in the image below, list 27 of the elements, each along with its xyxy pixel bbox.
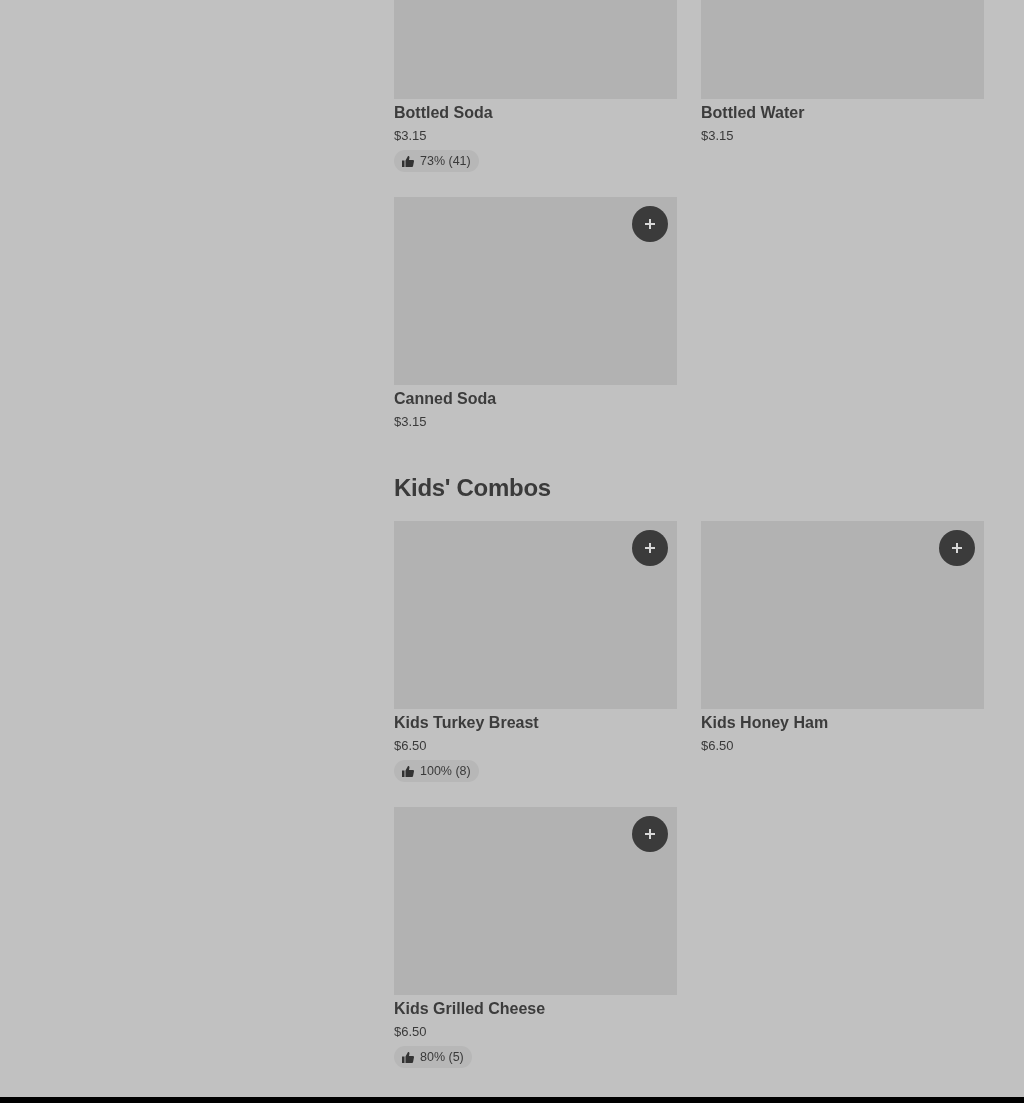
add-button[interactable] <box>632 530 668 566</box>
item-name: Kids Honey Ham <box>701 713 829 733</box>
add-button[interactable] <box>632 206 668 242</box>
item-price: $3.15 <box>701 127 734 145</box>
section-heading: Kids' Combos <box>394 473 552 503</box>
item-name: Kids Turkey Breast <box>394 713 539 733</box>
item-name: Canned Soda <box>394 389 497 409</box>
item-name: Bottled Soda <box>394 103 493 123</box>
thumbs-up-icon <box>402 1051 414 1063</box>
thumbs-up-icon <box>402 155 414 167</box>
plus-icon <box>644 828 656 840</box>
rating-text: 73% (41) <box>420 154 471 168</box>
item-name: Kids Grilled Cheese <box>394 999 546 1019</box>
rating-text: 80% (5) <box>420 1050 464 1064</box>
rating-text: 100% (8) <box>420 764 471 778</box>
plus-icon <box>644 542 656 554</box>
thumbs-up-icon <box>402 765 414 777</box>
plus-icon <box>951 542 963 554</box>
add-button[interactable] <box>632 816 668 852</box>
plus-icon <box>644 218 656 230</box>
item-name: Bottled Water <box>701 103 805 123</box>
item-price: $3.15 <box>394 127 427 145</box>
item-price: $6.50 <box>701 737 734 755</box>
item-price: $3.15 <box>394 413 427 431</box>
item-price: $6.50 <box>394 1023 427 1041</box>
item-price: $6.50 <box>394 737 427 755</box>
add-button[interactable] <box>939 530 975 566</box>
